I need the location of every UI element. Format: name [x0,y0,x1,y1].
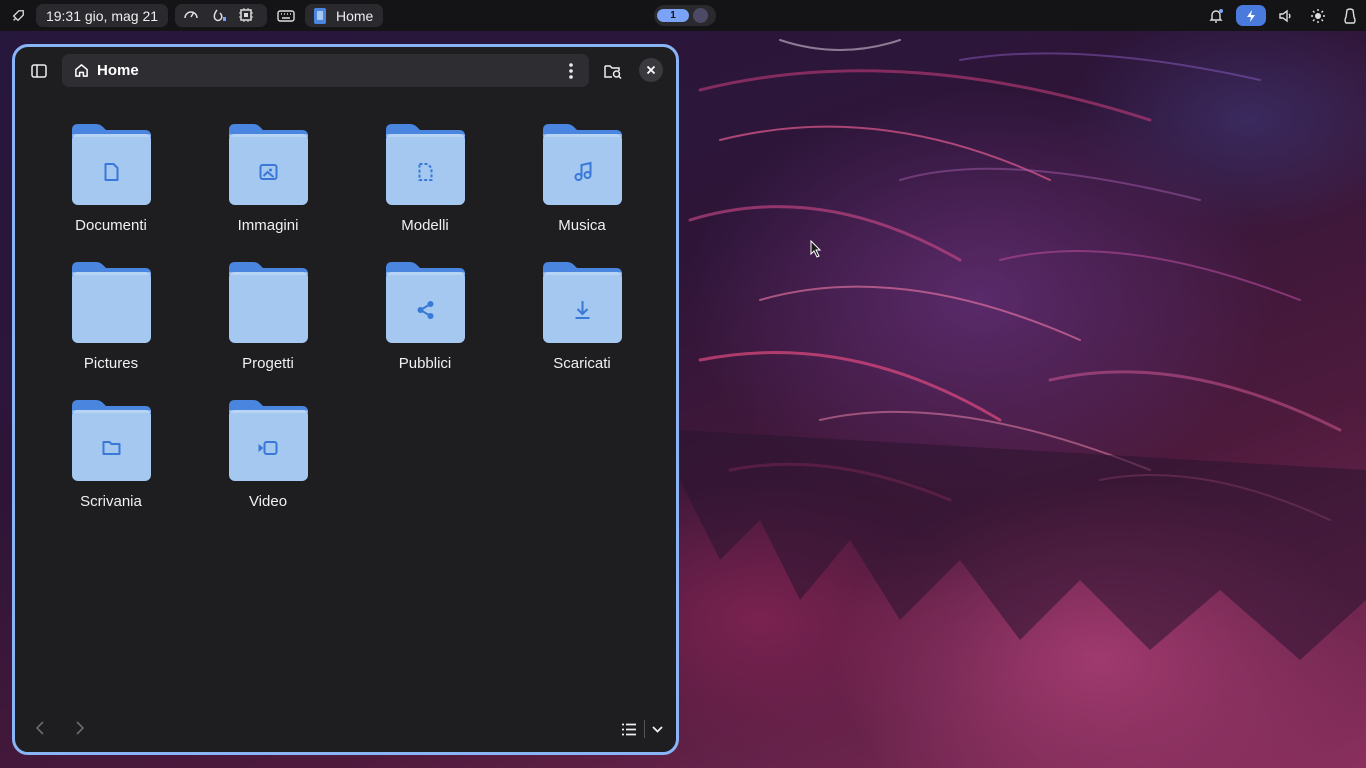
header-bar: Home [15,47,676,95]
top-panel: 19:31 gio, mag 21 Home 1 [0,0,1366,31]
path-menu-button[interactable] [559,57,583,84]
folder-icon [386,124,465,205]
folder-icon [386,262,465,343]
folder-item[interactable]: Modelli [360,124,490,254]
folder-item[interactable]: Pictures [46,262,176,392]
cpu-icon [238,7,254,26]
workspace-active[interactable]: 1 [657,9,689,22]
app-icon [314,7,326,24]
close-icon [646,65,656,75]
chevron-left-icon [36,721,44,735]
clock[interactable]: 19:31 gio, mag 21 [36,4,168,27]
folder-label: Video [248,493,288,510]
list-view-icon [622,723,636,736]
mouse-cursor [810,239,822,263]
rocket-icon[interactable] [8,6,28,26]
workspace-inactive[interactable] [693,8,708,23]
folder-icon [72,124,151,205]
active-window-title: Home [336,7,374,24]
folder-item[interactable]: Pubblici [360,262,490,392]
folder-icon [229,400,308,481]
folder-label: Progetti [242,355,294,372]
folder-label: Scaricati [553,355,611,372]
folder-item[interactable]: Scrivania [46,400,176,530]
folder-icon [229,262,308,343]
sidebar-toggle-button[interactable] [25,57,53,85]
folder-label: Musica [558,217,606,234]
list-view-button[interactable] [618,718,640,740]
folder-item[interactable]: Musica [517,124,647,254]
folder-icon [543,262,622,343]
folder-label: Immagini [237,217,299,234]
view-options-button[interactable] [647,718,667,740]
volume-icon[interactable] [1276,6,1296,26]
folder-icon [72,400,151,481]
folder-item[interactable]: Scaricati [517,262,647,392]
active-window-indicator[interactable]: Home [305,4,383,27]
folder-label: Documenti [75,217,147,234]
divider [644,720,645,738]
battery-charging-icon[interactable] [1236,5,1266,26]
folder-item[interactable]: Documenti [46,124,176,254]
brightness-icon[interactable] [1308,6,1328,26]
close-button[interactable] [639,58,663,82]
path-label: Home [97,62,139,79]
keyboard-icon[interactable] [276,6,296,26]
bell-icon[interactable] [1206,6,1226,26]
folder-label: Modelli [401,217,449,234]
folder-icon [543,124,622,205]
system-monitor[interactable] [175,4,267,27]
chevron-down-icon [651,725,663,733]
kebab-menu-icon [569,62,573,79]
folder-label: Scrivania [80,493,142,510]
temperature-icon [211,7,227,26]
forward-button[interactable] [71,718,89,738]
folder-icon [72,262,151,343]
home-icon [74,63,89,83]
folder-item[interactable]: Progetti [203,262,333,392]
folder-search-icon [604,63,622,79]
speedometer-icon [183,7,199,26]
folder-item[interactable]: Immagini [203,124,333,254]
back-button[interactable] [31,718,49,738]
folder-label: Pictures [83,355,139,372]
folder-label: Pubblici [398,355,452,372]
search-folder-button[interactable] [599,57,627,85]
folder-icon [229,124,308,205]
path-bar[interactable]: Home [62,54,589,87]
chevron-right-icon [76,721,84,735]
file-manager-window: Home Documenti Immagini Modelli Musica Pictu… [12,44,679,755]
sidebar-icon [31,64,47,78]
folder-item[interactable]: Video [203,400,333,530]
tux-icon[interactable] [1340,6,1360,26]
